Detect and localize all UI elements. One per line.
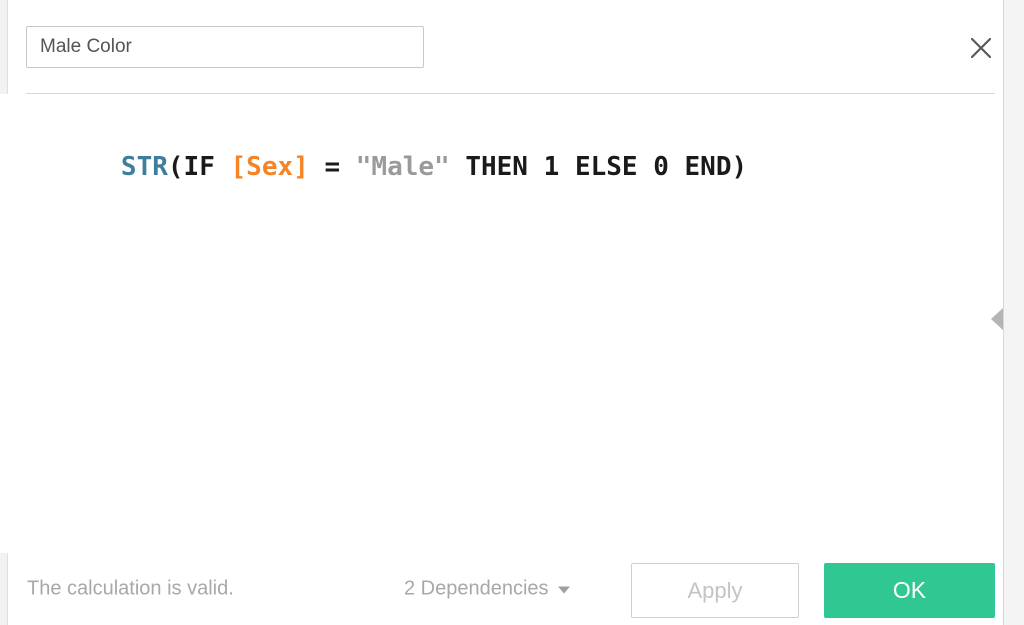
token-keyword-else: ELSE <box>574 152 638 182</box>
token-open-paren: ( <box>167 152 184 182</box>
chevron-left-icon <box>991 308 1003 330</box>
token-space-3 <box>340 152 356 182</box>
validation-status: The calculation is valid. <box>27 577 234 600</box>
dependencies-label: 2 Dependencies <box>404 577 549 600</box>
panel-collapse-handle[interactable] <box>991 308 1003 330</box>
token-space-1 <box>215 152 231 182</box>
token-field-sex: [Sex] <box>230 152 309 182</box>
chevron-down-icon <box>557 586 570 594</box>
token-space-6 <box>559 152 575 182</box>
dialog-header <box>0 0 1003 94</box>
token-string-male: "Male" <box>355 152 450 182</box>
token-space-2 <box>309 152 325 182</box>
formula-text: STR(IF [Sex] = "Male" THEN 1 ELSE 0 END) <box>27 116 747 218</box>
dialog-right-divider <box>1003 0 1004 625</box>
token-keyword-if: IF <box>183 152 215 182</box>
token-keyword-end: END <box>684 152 732 182</box>
close-icon <box>968 35 994 61</box>
apply-button[interactable]: Apply <box>631 563 799 618</box>
token-number-one: 1 <box>543 152 560 182</box>
token-close-paren: ) <box>731 152 748 182</box>
token-space-7 <box>638 152 654 182</box>
dialog-right-rail <box>1004 0 1024 625</box>
close-button[interactable] <box>961 28 1001 68</box>
token-space-8 <box>669 152 685 182</box>
calculated-field-editor-dialog: STR(IF [Sex] = "Male" THEN 1 ELSE 0 END)… <box>0 0 1024 625</box>
token-number-zero: 0 <box>653 152 669 182</box>
token-operator-equals: = <box>324 152 341 182</box>
ok-button[interactable]: OK <box>824 563 995 618</box>
formula-editor[interactable]: STR(IF [Sex] = "Male" THEN 1 ELSE 0 END) <box>0 94 1003 553</box>
token-space-4 <box>450 152 466 182</box>
calculation-name-input[interactable] <box>26 26 424 68</box>
dependencies-dropdown[interactable]: 2 Dependencies <box>404 578 570 601</box>
token-keyword-then: THEN <box>465 152 528 182</box>
token-function: STR <box>120 152 168 182</box>
token-space-5 <box>528 152 544 182</box>
